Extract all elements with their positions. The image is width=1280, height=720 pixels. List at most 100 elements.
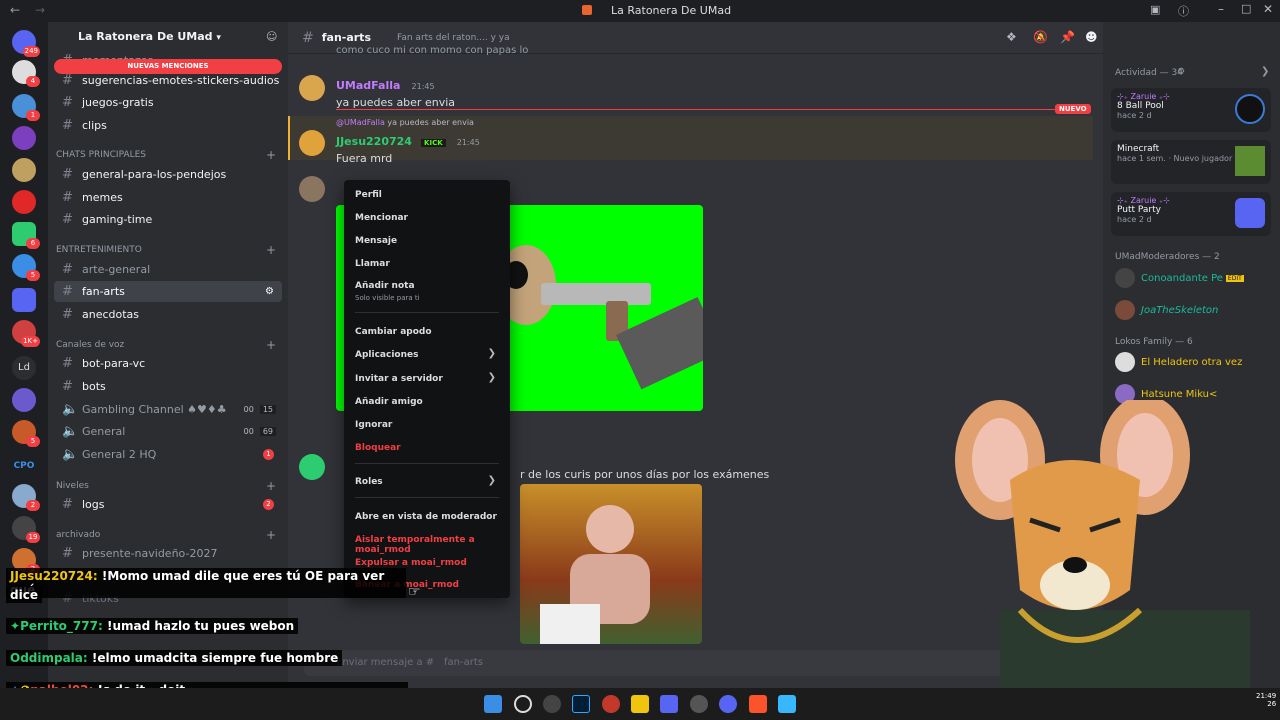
activity-card[interactable]: ⊹₊ Zaruie ₊⊹ 8 Ball Pool hace 2 d (1111, 88, 1271, 132)
image-attachment[interactable] (520, 484, 702, 644)
channel-gaming-time[interactable]: # gaming-time (54, 209, 282, 230)
category-chats[interactable]: CHATS PRINCIPALES (56, 150, 146, 160)
menu-cambiar-apodo[interactable]: Cambiar apodo (355, 327, 432, 337)
server-icon[interactable]: 19 (12, 516, 40, 543)
photoshop-icon[interactable] (572, 695, 590, 713)
category-entretenimiento[interactable]: ENTRETENIMIENTO (56, 245, 142, 255)
activity-card[interactable]: Minecraft hace 1 sem. · Nuevo jugador (1111, 140, 1271, 184)
inbox-icon[interactable]: ▣ (1150, 3, 1160, 16)
notification-bell-icon[interactable]: 🔕 (1033, 30, 1048, 44)
menu-llamar[interactable]: Llamar (355, 259, 390, 269)
menu-bloquear[interactable]: Bloquear (355, 443, 401, 453)
app-icon[interactable] (690, 695, 708, 713)
channel-juegos-gratis[interactable]: # juegos-gratis (54, 92, 282, 113)
server-icon[interactable] (12, 158, 36, 182)
activity-card[interactable]: ⊹₊ Zaruie ₊⊹ Putt Party hace 2 d (1111, 192, 1271, 236)
server-icon[interactable] (12, 388, 36, 412)
menu-ignorar[interactable]: Ignorar (355, 420, 392, 430)
server-icon[interactable]: 1 (12, 94, 40, 121)
add-member-icon[interactable]: ☺ (266, 30, 277, 43)
server-icon[interactable]: 6 (12, 222, 40, 249)
menu-roles[interactable]: Roles (355, 477, 383, 487)
avatar[interactable] (299, 130, 325, 156)
brave-icon[interactable] (749, 695, 767, 713)
channel-bot-para-vc[interactable]: # bot-para-vc (54, 353, 282, 374)
add-channel-icon[interactable]: + (266, 479, 276, 493)
notepad-icon[interactable] (778, 695, 796, 713)
minimize-icon[interactable]: – (1218, 2, 1224, 16)
avatar[interactable] (299, 176, 325, 202)
close-icon[interactable]: ✕ (1263, 2, 1273, 16)
add-channel-icon[interactable]: + (266, 528, 276, 542)
reply-preview[interactable]: @UMadFalla ya puedes aber envia (336, 118, 474, 127)
system-clock[interactable]: 21:49 26 (1256, 692, 1276, 708)
windows-start-icon[interactable] (484, 695, 502, 713)
server-icon[interactable]: 5 (12, 420, 40, 447)
category-voice[interactable]: Canales de voz (56, 340, 124, 350)
server-icon[interactable]: 5 (12, 254, 40, 281)
menu-expulsar[interactable]: Expulsar a moai_rmod (355, 558, 467, 568)
voice-general-2[interactable]: 🔈 General 2 HQ 1 (54, 444, 282, 465)
channel-fan-arts[interactable]: # fan-arts ⚙ (54, 281, 282, 302)
add-channel-icon[interactable]: + (266, 338, 276, 352)
search-icon[interactable] (514, 695, 532, 713)
category-archivado[interactable]: archivado (56, 530, 100, 540)
member-item[interactable]: Conoandante Pe EDIT (1115, 268, 1244, 288)
back-arrow-icon[interactable]: ← (10, 3, 20, 17)
file-explorer-icon[interactable] (631, 695, 649, 713)
category-niveles[interactable]: Niveles (56, 481, 89, 491)
member-item[interactable]: JoaTheSkeleton (1115, 300, 1218, 320)
server-ld[interactable]: Ld (12, 356, 36, 380)
member-list-icon[interactable]: ☻ (1085, 30, 1098, 44)
menu-aislar[interactable]: Aislar temporalmente a moai_rmod (355, 535, 510, 555)
message-author[interactable]: UMadFalla (336, 79, 400, 92)
help-icon[interactable]: ⓘ (1178, 3, 1189, 19)
unread-badge: 19 (26, 532, 40, 543)
server-icon[interactable]: CPO (12, 454, 36, 478)
channel-sugerencias[interactable]: # sugerencias-emotes-stickers-audios (54, 70, 282, 91)
channel-general[interactable]: # general-para-los-pendejos (54, 164, 282, 185)
server-icon[interactable] (12, 126, 36, 150)
voice-gambling[interactable]: 🔈 Gambling Channel ♠♥♦♣ 00 15 (54, 399, 282, 420)
app-v-icon[interactable] (660, 695, 678, 713)
menu-invitar[interactable]: Invitar a servidor (355, 374, 443, 384)
pin-icon[interactable]: 📌 (1060, 30, 1075, 44)
channel-presente[interactable]: # presente-navideño-2027 (54, 543, 282, 564)
threads-icon[interactable]: ❖ (1006, 30, 1017, 44)
menu-perfil[interactable]: Perfil (355, 190, 382, 200)
forward-arrow-icon[interactable]: → (35, 3, 45, 17)
channel-logs[interactable]: # logs 2 (54, 494, 282, 515)
server-icon[interactable]: 2 (12, 484, 40, 511)
server-icon[interactable]: 1K+ (12, 320, 40, 347)
channel-anecdotas[interactable]: # anecdotas (54, 304, 282, 325)
menu-vista-moderador[interactable]: Abre en vista de moderador (355, 512, 497, 522)
chevron-right-icon[interactable]: ❯ (1261, 66, 1269, 77)
member-item[interactable]: El Heladero otra vez (1115, 352, 1242, 372)
voice-general[interactable]: 🔈 General 00 69 (54, 421, 282, 442)
channel-clips[interactable]: # clips (54, 115, 282, 136)
app-icon[interactable] (602, 695, 620, 713)
menu-mensaje[interactable]: Mensaje (355, 236, 397, 246)
gear-icon[interactable]: ⚙ (1177, 67, 1185, 77)
menu-mencionar[interactable]: Mencionar (355, 213, 408, 223)
channel-memes[interactable]: # memes (54, 187, 282, 208)
message-author[interactable]: JJesu220724 (336, 135, 412, 148)
server-icon[interactable]: 4 (12, 60, 40, 87)
obs-icon[interactable] (543, 695, 561, 713)
server-icon[interactable] (12, 190, 36, 214)
channel-arte-general[interactable]: # arte-general (54, 259, 282, 280)
add-channel-icon[interactable]: + (266, 148, 276, 162)
menu-anadir-nota[interactable]: Añadir nota (355, 281, 415, 291)
avatar[interactable] (299, 454, 325, 480)
settings-gear-icon[interactable]: ⚙ (265, 286, 274, 297)
discord-icon[interactable] (719, 695, 737, 713)
folder-icon[interactable] (12, 288, 36, 312)
avatar[interactable] (299, 75, 325, 101)
direct-messages-icon[interactable]: 249 (12, 30, 40, 57)
menu-aplicaciones[interactable]: Aplicaciones (355, 350, 418, 360)
maximize-icon[interactable]: □ (1241, 2, 1251, 15)
menu-anadir-amigo[interactable]: Añadir amigo (355, 397, 423, 407)
server-header[interactable]: La Ratonera De UMad ▾ (48, 22, 288, 52)
add-channel-icon[interactable]: + (266, 243, 276, 257)
channel-bots[interactable]: # bots (54, 376, 282, 397)
